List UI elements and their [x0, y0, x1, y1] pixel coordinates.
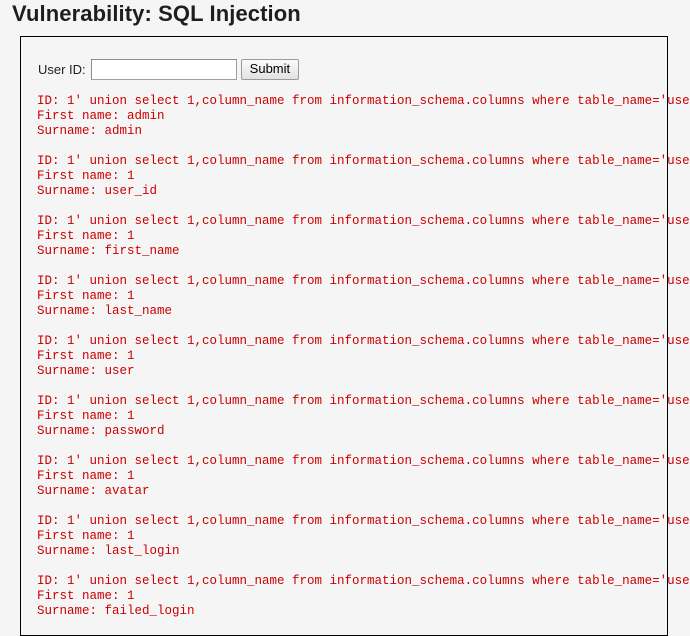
result-id-line: ID: 1' union select 1,column_name from i… — [37, 394, 690, 408]
result-id-line: ID: 1' union select 1,column_name from i… — [37, 154, 690, 168]
result-first-name-line: First name: admin — [37, 109, 165, 123]
result-first-name-line: First name: 1 — [37, 589, 135, 603]
result-first-name-line: First name: 1 — [37, 469, 135, 483]
result-surname-line: Surname: user — [37, 364, 135, 378]
result-surname-line: Surname: failed_login — [37, 604, 195, 618]
result-block: ID: 1' union select 1,column_name from i… — [37, 214, 690, 259]
result-block: ID: 1' union select 1,column_name from i… — [37, 334, 690, 379]
result-surname-line: Surname: admin — [37, 124, 143, 138]
result-first-name-line: First name: 1 — [37, 409, 135, 423]
user-id-form: User ID: Submit — [38, 59, 300, 80]
sql-results-list: ID: 1' union select 1,column_name from i… — [37, 94, 690, 634]
user-id-label: User ID: — [38, 62, 86, 77]
result-id-line: ID: 1' union select 1,column_name from i… — [37, 574, 690, 588]
result-first-name-line: First name: 1 — [37, 289, 135, 303]
result-id-line: ID: 1' union select 1,column_name from i… — [37, 514, 690, 528]
result-first-name-line: First name: 1 — [37, 229, 135, 243]
result-block: ID: 1' union select 1,column_name from i… — [37, 514, 690, 559]
result-id-line: ID: 1' union select 1,column_name from i… — [37, 334, 690, 348]
submit-button[interactable]: Submit — [240, 59, 300, 80]
result-id-line: ID: 1' union select 1,column_name from i… — [37, 454, 690, 468]
result-first-name-line: First name: 1 — [37, 349, 135, 363]
result-first-name-line: First name: 1 — [37, 169, 135, 183]
result-first-name-line: First name: 1 — [37, 529, 135, 543]
result-block: ID: 1' union select 1,column_name from i… — [37, 274, 690, 319]
result-block: ID: 1' union select 1,column_name from i… — [37, 574, 690, 619]
result-id-line: ID: 1' union select 1,column_name from i… — [37, 274, 690, 288]
result-block: ID: 1' union select 1,column_name from i… — [37, 454, 690, 499]
page-title: Vulnerability: SQL Injection — [12, 1, 301, 26]
result-block: ID: 1' union select 1,column_name from i… — [37, 154, 690, 199]
result-surname-line: Surname: last_name — [37, 304, 173, 318]
result-block: ID: 1' union select 1,column_name from i… — [37, 94, 690, 139]
vulnerability-panel: User ID: Submit ID: 1' union select 1,co… — [20, 36, 690, 636]
result-surname-line: Surname: last_login — [37, 544, 180, 558]
result-id-line: ID: 1' union select 1,column_name from i… — [37, 214, 690, 228]
result-block: ID: 1' union select 1,column_name from i… — [37, 394, 690, 439]
result-surname-line: Surname: user_id — [37, 184, 158, 198]
user-id-input[interactable] — [90, 59, 237, 80]
result-surname-line: Surname: avatar — [37, 484, 150, 498]
result-surname-line: Surname: first_name — [37, 244, 180, 258]
result-id-line: ID: 1' union select 1,column_name from i… — [37, 94, 690, 108]
result-surname-line: Surname: password — [37, 424, 165, 438]
